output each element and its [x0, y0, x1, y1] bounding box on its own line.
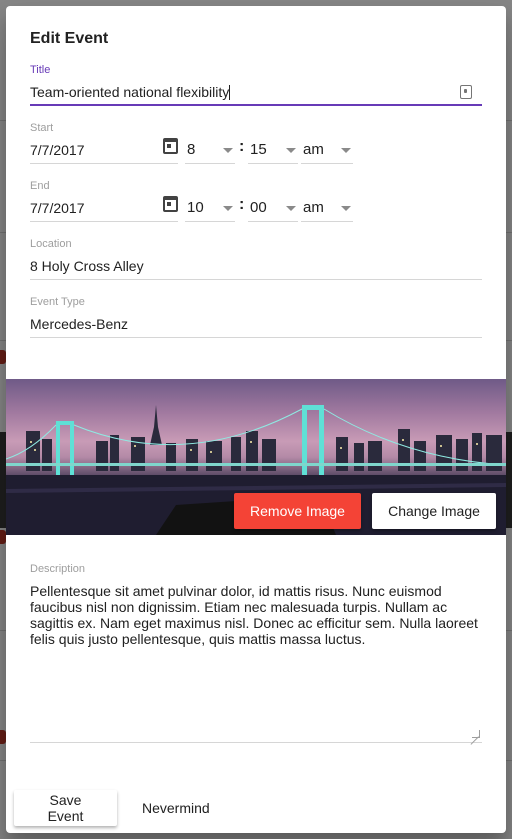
- chevron-down-icon: [223, 206, 233, 211]
- location-field[interactable]: Location 8 Holy Cross Alley: [30, 238, 482, 280]
- end-period-value: am: [303, 199, 324, 216]
- time-separator: :: [239, 138, 245, 155]
- save-event-button[interactable]: Save Event: [14, 790, 117, 826]
- event-type-input[interactable]: Mercedes-Benz: [30, 310, 482, 338]
- end-period-select[interactable]: am: [301, 194, 353, 222]
- event-image: Remove Image Change Image: [6, 379, 506, 535]
- start-label: Start: [30, 122, 54, 134]
- contact-card-icon[interactable]: [460, 85, 472, 99]
- location-label: Location: [30, 238, 72, 250]
- description-textarea[interactable]: Pellentesque sit amet pulvinar dolor, id…: [30, 577, 482, 743]
- end-label: End: [30, 180, 50, 192]
- start-hour-select[interactable]: 8: [185, 136, 235, 164]
- end-hour-value: 10: [187, 199, 204, 216]
- end-date-field[interactable]: End 7/7/2017: [30, 180, 178, 222]
- end-minute-select[interactable]: 00: [248, 194, 298, 222]
- title-field[interactable]: Title Team-oriented national flexibility: [30, 64, 482, 106]
- title-input[interactable]: Team-oriented national flexibility: [30, 78, 482, 106]
- start-minute-select[interactable]: 15: [248, 136, 298, 164]
- chevron-down-icon: [341, 148, 351, 153]
- start-date-field[interactable]: Start 7/7/2017: [30, 122, 178, 164]
- nevermind-button[interactable]: Nevermind: [126, 790, 224, 826]
- calendar-icon[interactable]: [163, 196, 178, 212]
- description-field[interactable]: Description Pellentesque sit amet pulvin…: [30, 563, 482, 743]
- title-input-value: Team-oriented national flexibility: [30, 84, 230, 100]
- text-cursor: [229, 85, 231, 100]
- calendar-icon[interactable]: [163, 138, 178, 154]
- dialog-title: Edit Event: [30, 30, 109, 47]
- chevron-down-icon: [341, 206, 351, 211]
- edit-event-dialog: Edit Event Title Team-oriented national …: [6, 6, 506, 833]
- end-date-input[interactable]: 7/7/2017: [30, 194, 178, 222]
- start-hour-value: 8: [187, 141, 196, 158]
- end-hour-select[interactable]: 10: [185, 194, 235, 222]
- event-type-field[interactable]: Event Type Mercedes-Benz: [30, 296, 482, 338]
- change-image-button[interactable]: Change Image: [372, 493, 496, 529]
- title-label: Title: [30, 64, 51, 76]
- end-minute-value: 00: [250, 199, 267, 216]
- resize-handle-icon[interactable]: [472, 730, 480, 738]
- chevron-down-icon: [286, 206, 296, 211]
- description-label: Description: [30, 563, 86, 575]
- time-separator: :: [239, 196, 245, 213]
- start-date-input[interactable]: 7/7/2017: [30, 136, 178, 164]
- location-input[interactable]: 8 Holy Cross Alley: [30, 252, 482, 280]
- start-minute-value: 15: [250, 141, 267, 158]
- chevron-down-icon: [223, 148, 233, 153]
- description-value: Pellentesque sit amet pulvinar dolor, id…: [30, 583, 478, 647]
- start-period-select[interactable]: am: [301, 136, 353, 164]
- remove-image-button[interactable]: Remove Image: [234, 493, 361, 529]
- event-type-label: Event Type: [30, 296, 85, 308]
- start-period-value: am: [303, 141, 324, 158]
- chevron-down-icon: [286, 148, 296, 153]
